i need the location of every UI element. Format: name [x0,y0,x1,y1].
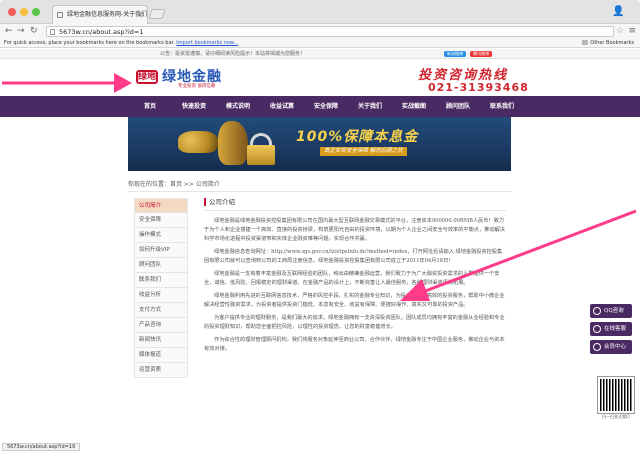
browser-tab[interactable]: 绿地金融信息服务网-关于我们 × [52,5,148,24]
nav-calculator[interactable]: 收益试算 [260,96,304,117]
sidebar-item-product[interactable]: 产品咨询 [134,318,188,333]
nav-quick-invest[interactable]: 快速投资 [172,96,216,117]
breadcrumb: 你现在的位置：首页 >> 公司简介 [128,181,220,188]
sidebar-item-vip[interactable]: 如何升级VIP [134,243,188,258]
close-window-button[interactable] [8,8,16,16]
logo-mark[interactable]: 绿地 [136,70,158,84]
nav-model[interactable]: 模式说明 [216,96,260,117]
minimize-window-button[interactable] [20,8,28,16]
content-area: 公司简介 安全保障 操作模式 如何升级VIP 顾问团队 联系我们 收益分析 支付… [128,191,511,457]
profile-icon[interactable]: 👤 [612,6,624,18]
qq-icon [593,307,601,315]
nav-about[interactable]: 关于我们 [348,96,392,117]
sidebar-item-media[interactable]: 媒体报道 [134,348,188,363]
gold-coins-image [178,131,218,153]
sidebar-item-payment[interactable]: 支付方式 [134,303,188,318]
nav-contact[interactable]: 联系我们 [480,96,524,117]
browser-toolbar: ← → ↻ 5673w.cn/about.asp?id=1 ☆ ≡ [0,24,640,38]
nav-security[interactable]: 安全保障 [304,96,348,117]
address-bar[interactable]: 5673w.cn/about.asp?id=1 [46,26,614,37]
sidebar-item-license[interactable]: 运营资质 [134,363,188,378]
chat-bubble-icon [593,325,601,333]
nav-advisors[interactable]: 顾问团队 [436,96,480,117]
qr-caption: 扫一扫关注我们 [602,414,630,419]
site-header: 绿地 绿地金融 专业投资 值得信赖 投资咨询热线 021-31393468 [0,59,640,95]
article-paragraph: 绿地金融信息查询网址：http://www.sgs.gov.cn/lz/etps… [204,249,503,264]
qq-chat-button[interactable]: QQ咨询 [590,304,632,318]
bookmarks-bar: For quick access, place your bookmarks h… [0,38,640,48]
logo-tagline: 专业投资 值得信赖 [178,84,216,89]
zoom-window-button[interactable] [32,8,40,16]
browser-window: 绿地金融信息服务网-关于我们 × 👤 ← → ↻ 5673w.cn/about.… [0,0,640,457]
page-info-icon [50,29,55,35]
import-bookmarks-link[interactable]: Import bookmarks now... [176,40,238,46]
article-heading: 公司介绍 [204,198,506,206]
nav-home[interactable]: 首页 [128,96,172,117]
reload-icon[interactable]: ↻ [30,25,38,37]
golden-bull-image [218,121,248,165]
sidebar-item-security[interactable]: 安全保障 [134,213,188,228]
online-service-button[interactable]: 在线客服 [590,322,632,336]
sidebar-item-news[interactable]: 新闻快讯 [134,333,188,348]
new-tab-button[interactable] [148,9,166,19]
browser-menu-icon[interactable]: ≡ [628,25,636,37]
sidebar-item-advisors[interactable]: 顾问团队 [134,258,188,273]
tab-title: 绿地金融信息服务网-关于我们 [67,11,148,18]
other-bookmarks-label: Other Bookmarks [590,40,634,46]
article-paragraph: 为客户提供专业的理财服务，是我们最大的追求。绿地金融拥有一支资深投资团队，团队成… [204,315,505,330]
bookmark-star-icon[interactable]: ☆ [616,24,624,38]
forward-arrow-icon[interactable]: → [17,25,25,37]
banner-subline: 真正实现安全保障 解您后顾之忧 [320,147,407,156]
notice-text: 公告：投资需谨慎，请仔细阅读风险提示！本站将竭诚为您服务！ [160,51,306,57]
nav-screenshots[interactable]: 实战截图 [392,96,436,117]
promo-banner[interactable]: 100%保障本息金 真正实现安全保障 解您后顾之忧 [128,117,511,171]
back-arrow-icon[interactable]: ← [5,25,13,37]
sina-weibo-button[interactable]: 新浪微博 [444,51,466,57]
sidebar-item-company[interactable]: 公司简介 [134,198,188,213]
tab-close-icon[interactable]: × [137,6,143,24]
qq-chat-label: QQ咨询 [604,308,624,314]
article-paragraph: 绿地金融是一支有着丰富金融及互联网经验的团队，纯出由精兼金融运营，我们致力于为广… [204,271,500,286]
article-paragraph: 作为综合性的理财管理顾问机构，我们将服务对象延伸至商业公司、合作伙伴，绿地金融专… [204,337,505,352]
page-favicon-icon [57,12,63,18]
online-service-label: 在线客服 [604,326,627,332]
main-nav: 首页 快速投资 模式说明 收益试算 安全保障 关于我们 实战截图 顾问团队 联系… [0,96,640,117]
folder-icon [582,40,589,45]
divider [204,210,506,211]
hotline-number: 021-31393468 [428,81,529,94]
article-paragraph: 绿地金融利用先进的互联网信息技术，严格的风控手段，扎实的金融专业知识，为投资人提… [204,293,505,308]
tencent-weibo-button[interactable]: 腾讯微博 [470,51,492,57]
bookmarks-hint: For quick access, place your bookmarks h… [4,40,175,46]
sidebar-item-contact[interactable]: 联系我们 [134,273,188,288]
sidebar-item-returns[interactable]: 收益分析 [134,288,188,303]
title-bar: 绿地金融信息服务网-关于我们 × 👤 [0,0,640,24]
user-icon [593,343,601,351]
banner-headline: 100%保障本息金 [296,129,419,145]
qr-code-image [597,376,635,414]
status-bar-url: 5673w.cn/about.asp?id=19 [2,443,81,451]
floating-widgets: QQ咨询 在线客服 会员中心 [590,304,632,358]
other-bookmarks[interactable]: Other Bookmarks [582,38,634,48]
sidebar-item-operation[interactable]: 操作模式 [134,228,188,243]
web-page: 公告：投资需谨慎，请仔细阅读风险提示！本站将竭诚为您服务！ 新浪微博 腾讯微博 … [0,49,640,457]
address-bar-url: 5673w.cn/about.asp?id=1 [59,28,144,36]
about-sidebar: 公司简介 安全保障 操作模式 如何升级VIP 顾问团队 联系我们 收益分析 支付… [134,198,188,378]
top-notice-strip: 公告：投资需谨慎，请仔细阅读风险提示！本站将竭诚为您服务！ 新浪微博 腾讯微博 [0,49,640,59]
member-center-label: 会员中心 [604,344,627,350]
article-paragraph: 绿地金融是绿地金融投资控股集团有限公司在国内最大型互联网金融交易模式的平台，注册… [204,218,505,242]
member-center-button[interactable]: 会员中心 [590,340,632,354]
padlock-body-image [247,145,275,165]
article: 公司介绍 绿地金融是绿地金融投资控股集团有限公司在国内最大型互联网金融交易模式的… [204,198,506,358]
